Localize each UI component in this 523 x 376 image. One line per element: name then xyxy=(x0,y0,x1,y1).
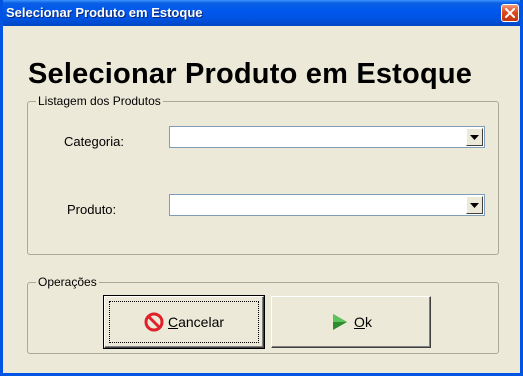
chevron-down-icon xyxy=(470,135,479,140)
categoria-dropdown-button[interactable] xyxy=(466,128,483,146)
page-heading: Selecionar Produto em Estoque xyxy=(28,58,473,90)
categoria-combobox[interactable] xyxy=(169,126,485,148)
produto-dropdown-button[interactable] xyxy=(466,196,483,214)
produto-label: Produto: xyxy=(67,202,117,217)
cancel-icon xyxy=(144,312,164,332)
listagem-legend: Listagem dos Produtos xyxy=(36,93,163,109)
window-title: Selecionar Produto em Estoque xyxy=(6,5,203,20)
cancel-button-label: Cancelar xyxy=(167,314,225,330)
title-bar[interactable]: Selecionar Produto em Estoque xyxy=(3,0,520,26)
close-icon xyxy=(505,8,515,18)
cancel-button[interactable]: Cancelar xyxy=(103,295,265,349)
play-arrow-icon xyxy=(333,314,348,330)
categoria-label: Categoria: xyxy=(64,134,124,149)
produto-combobox[interactable] xyxy=(169,194,485,216)
ok-button-label: Ok xyxy=(354,314,372,330)
close-button[interactable] xyxy=(501,4,519,22)
chevron-down-icon xyxy=(470,203,479,208)
ok-button[interactable]: Ok xyxy=(271,296,431,348)
listagem-groupbox: Listagem dos Produtos xyxy=(27,93,499,255)
dialog-window: Selecionar Produto em Estoque Selecionar… xyxy=(0,0,523,376)
operacoes-legend: Operações xyxy=(36,274,99,290)
